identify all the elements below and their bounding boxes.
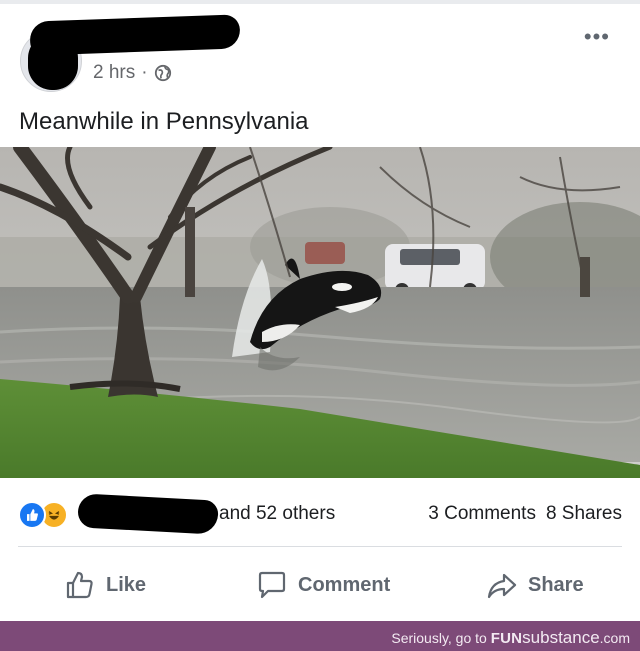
divider bbox=[18, 546, 622, 547]
reactors-text[interactable]: and 52 others bbox=[219, 503, 335, 525]
watermark-brand: substance bbox=[522, 628, 600, 647]
watermark-footer: Seriously, go to FUNsubstance.com bbox=[0, 621, 640, 651]
timestamp[interactable]: 2 hrs bbox=[93, 62, 135, 84]
watermark-suffix: .com bbox=[599, 630, 630, 646]
meta-separator: · bbox=[141, 62, 148, 83]
action-bar: Like Comment Share bbox=[18, 556, 622, 614]
comment-bubble-icon bbox=[258, 571, 286, 599]
share-arrow-icon bbox=[487, 573, 517, 599]
like-label: Like bbox=[106, 573, 147, 596]
comment-label: Comment bbox=[298, 573, 391, 596]
post-photo[interactable] bbox=[0, 147, 640, 478]
thumbs-up-icon bbox=[66, 571, 93, 599]
watermark-prefix: Seriously, go to bbox=[391, 630, 491, 646]
post-text: Meanwhile in Pennsylvania bbox=[19, 108, 309, 135]
globe-icon bbox=[154, 64, 171, 82]
like-button[interactable]: Like bbox=[64, 568, 146, 602]
comment-button[interactable]: Comment bbox=[256, 568, 390, 602]
share-label: Share bbox=[528, 573, 584, 596]
more-options-icon[interactable]: ••• bbox=[584, 26, 610, 48]
engagement-counts: 3 Comments 8 Shares bbox=[428, 503, 622, 525]
comments-count[interactable]: 3 Comments bbox=[428, 503, 536, 525]
redaction-avatar bbox=[28, 34, 78, 90]
facebook-post: 2 hrs · ••• Meanwhile in Pennsylvania an… bbox=[0, 4, 640, 616]
reactions-bar: and 52 others 3 Comments 8 Shares bbox=[18, 493, 622, 535]
share-button[interactable]: Share bbox=[486, 568, 584, 602]
redaction-reactor-name bbox=[77, 493, 219, 535]
shares-count[interactable]: 8 Shares bbox=[546, 503, 622, 525]
watermark-text: Seriously, go to FUNsubstance.com bbox=[391, 628, 630, 648]
watermark-brand-bold: FUN bbox=[490, 630, 523, 647]
like-icon[interactable] bbox=[18, 501, 46, 529]
post-meta: 2 hrs · bbox=[93, 62, 172, 84]
